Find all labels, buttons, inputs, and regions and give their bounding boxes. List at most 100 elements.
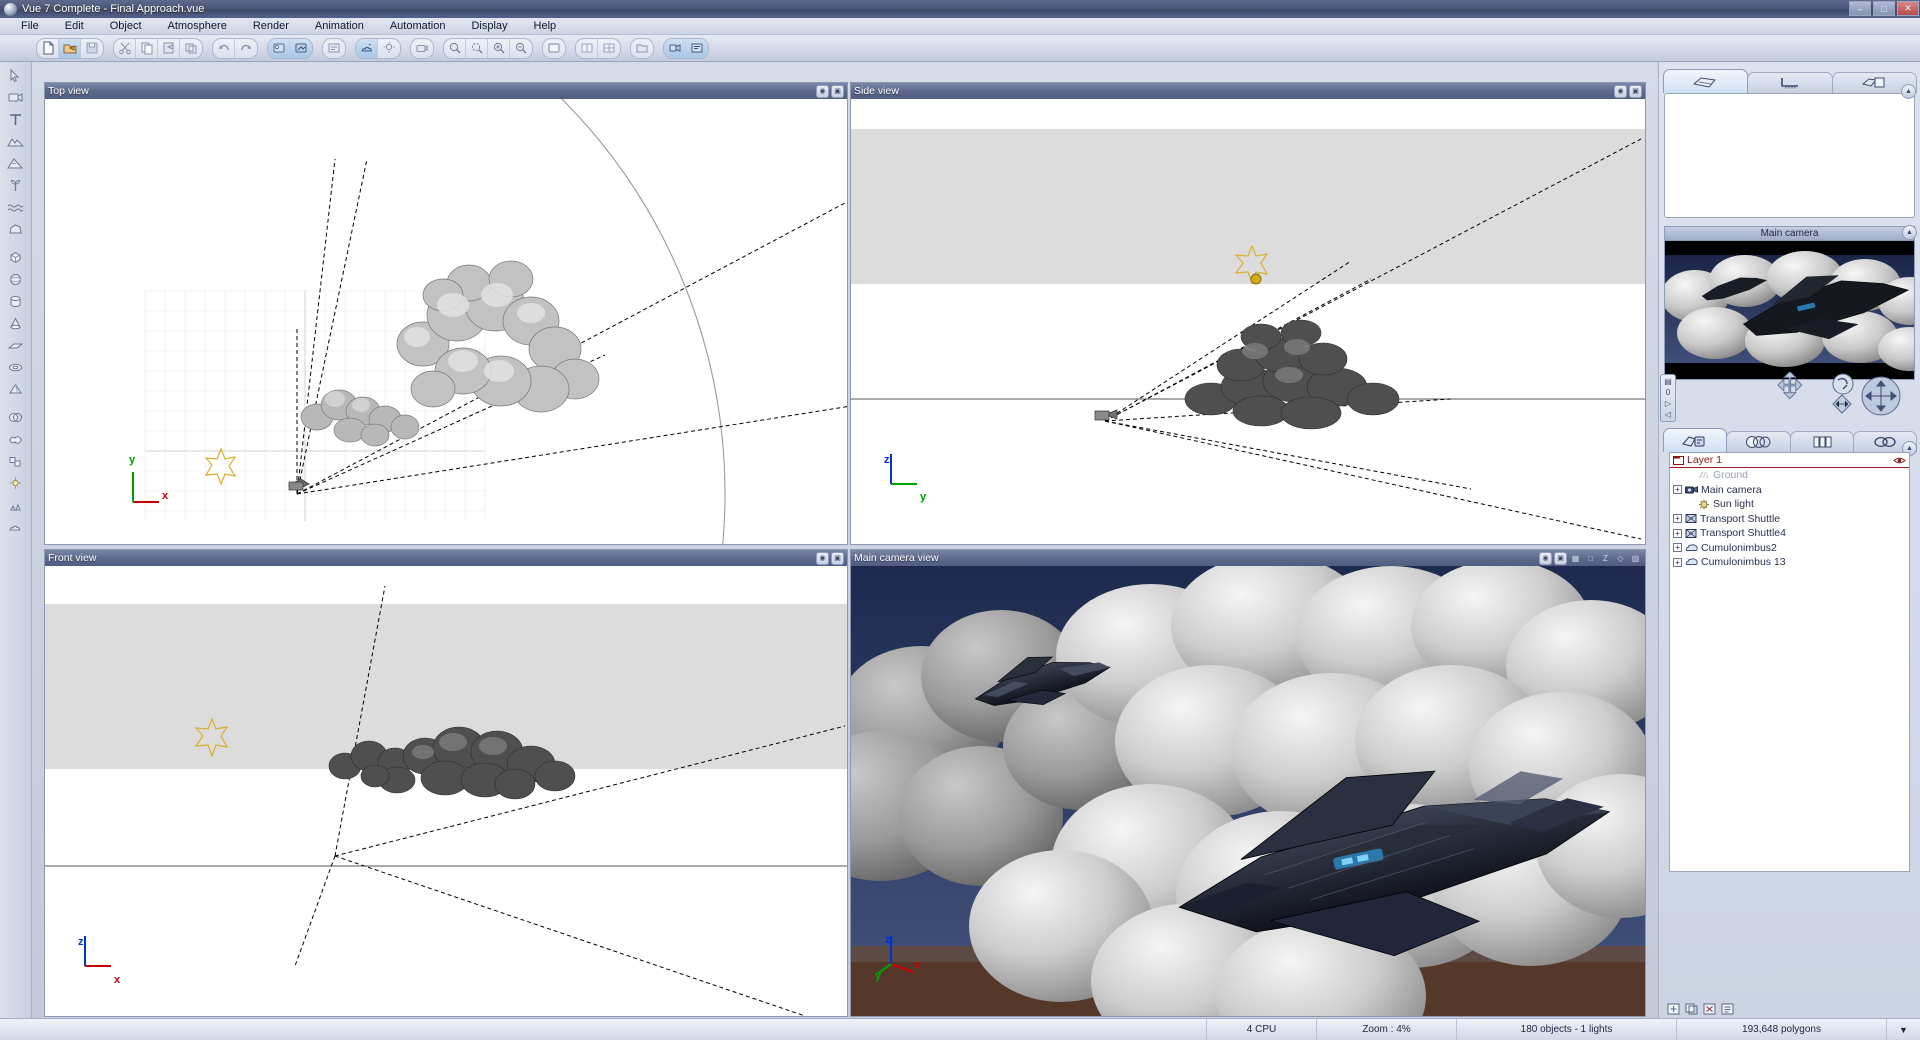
cube-primitive-icon[interactable] bbox=[4, 247, 28, 268]
cone-primitive-icon[interactable] bbox=[4, 313, 28, 334]
menu-item-animation[interactable]: Animation bbox=[302, 19, 377, 33]
select-arrow-icon[interactable] bbox=[4, 65, 28, 86]
torus-primitive-icon[interactable] bbox=[4, 357, 28, 378]
tree-expander[interactable]: + bbox=[1673, 485, 1682, 495]
tree-expander[interactable]: + bbox=[1673, 514, 1682, 524]
tree-row-cumulonimbus2[interactable]: + Cumulonimbus2 bbox=[1670, 541, 1909, 556]
menu-item-display[interactable]: Display bbox=[458, 19, 520, 33]
metablob-icon[interactable] bbox=[4, 429, 28, 450]
play-icon[interactable]: ▷ bbox=[1665, 399, 1671, 408]
tab-object-properties[interactable] bbox=[1663, 69, 1749, 93]
redo-arrow-icon[interactable] bbox=[235, 39, 257, 58]
close-button[interactable]: ✕ bbox=[1897, 1, 1919, 16]
tree-expander[interactable]: + bbox=[1673, 543, 1682, 553]
vp-camera-icon[interactable]: ▣ bbox=[831, 551, 844, 565]
zoom-selection-icon[interactable] bbox=[466, 38, 488, 58]
atmosphere-editor-icon[interactable] bbox=[356, 38, 378, 58]
vp-solid-icon[interactable]: ▨ bbox=[1629, 552, 1642, 565]
plant-icon[interactable] bbox=[4, 175, 28, 196]
open-folder-icon[interactable] bbox=[59, 38, 81, 58]
vp-box-icon[interactable]: □ bbox=[1584, 552, 1597, 565]
tab-materials[interactable] bbox=[1726, 431, 1791, 452]
light-icon[interactable] bbox=[4, 473, 28, 494]
zoom-in-icon[interactable] bbox=[488, 38, 510, 58]
text-object-icon[interactable] bbox=[4, 109, 28, 130]
mountain-icon[interactable] bbox=[4, 153, 28, 174]
tree-row-transport-shuttle[interactable]: + Transport Shuttle bbox=[1670, 512, 1909, 527]
scissors-cut-icon[interactable] bbox=[114, 38, 136, 58]
new-layer-icon[interactable] bbox=[1667, 1003, 1680, 1015]
viewport-top-view[interactable]: Top view ◉ ▣ y x bbox=[44, 82, 848, 545]
world-browser-tree[interactable]: Layer 1 Ground + Main camera Sun light +… bbox=[1669, 452, 1910, 872]
cloud-layer-icon[interactable] bbox=[4, 517, 28, 538]
new-document-icon[interactable] bbox=[37, 38, 59, 58]
plane-primitive-icon[interactable] bbox=[4, 335, 28, 356]
vp-render-icon[interactable]: ◉ bbox=[816, 551, 829, 565]
viewport-main-camera-view[interactable]: Main camera view ◉ ▣ ▦ □ Z ◇ ▨ z x y bbox=[850, 549, 1646, 1017]
menu-item-atmosphere[interactable]: Atmosphere bbox=[155, 19, 240, 33]
eye-icon[interactable] bbox=[1893, 456, 1906, 465]
rotate-camera-icon[interactable] bbox=[1832, 373, 1854, 395]
collapse-camera-button[interactable]: ▲ bbox=[1902, 225, 1917, 240]
boolean-icon[interactable] bbox=[4, 407, 28, 428]
vp-camera-icon[interactable]: ▣ bbox=[1554, 551, 1567, 565]
light-settings-icon[interactable] bbox=[378, 39, 400, 58]
layer-options-icon[interactable] bbox=[1721, 1003, 1734, 1015]
vp-render-icon[interactable]: ◉ bbox=[1539, 551, 1552, 565]
tab-layers[interactable] bbox=[1789, 431, 1854, 452]
world-browser-icon[interactable] bbox=[686, 38, 708, 58]
tree-row-transport-shuttle4[interactable]: + Transport Shuttle4 bbox=[1670, 526, 1909, 541]
vp-camera-icon[interactable]: ▣ bbox=[1629, 84, 1642, 98]
pan-cross-icon[interactable] bbox=[1777, 370, 1803, 400]
tree-row-sun-light[interactable]: Sun light bbox=[1670, 497, 1909, 512]
camera-icon[interactable] bbox=[411, 39, 433, 58]
render-final-icon[interactable] bbox=[290, 38, 312, 58]
save-disk-icon[interactable] bbox=[81, 39, 103, 58]
status-menu-arrow[interactable]: ▼ bbox=[1886, 1019, 1920, 1040]
move-sphere-icon[interactable] bbox=[1861, 376, 1901, 416]
viewport-front-view[interactable]: Front view ◉ ▣ z x bbox=[44, 549, 848, 1017]
menu-item-automation[interactable]: Automation bbox=[377, 19, 459, 33]
vp-wire-icon[interactable]: ◇ bbox=[1614, 552, 1627, 565]
collapse-properties-button[interactable]: ▲ bbox=[1901, 84, 1916, 99]
display-mode-icon[interactable] bbox=[543, 39, 565, 58]
viewport-side-canvas[interactable]: z y bbox=[851, 99, 1645, 544]
tree-row-cumulonimbus-13[interactable]: + Cumulonimbus 13 bbox=[1670, 555, 1909, 570]
maximize-button[interactable]: □ bbox=[1873, 1, 1895, 16]
menu-item-file[interactable]: File bbox=[8, 19, 52, 33]
duplicate-object-icon[interactable] bbox=[180, 39, 202, 58]
render-preview-icon[interactable] bbox=[268, 38, 290, 58]
ecosystem-icon[interactable] bbox=[4, 495, 28, 516]
layout-four-icon[interactable] bbox=[598, 39, 620, 58]
terrain-icon[interactable] bbox=[4, 131, 28, 152]
menu-item-render[interactable]: Render bbox=[240, 19, 302, 33]
save-camera-icon[interactable]: ▤ bbox=[1664, 377, 1672, 386]
tree-row-ground[interactable]: Ground bbox=[1670, 468, 1909, 483]
link-objects-icon[interactable] bbox=[664, 38, 686, 58]
undo-arrow-icon[interactable] bbox=[213, 38, 235, 58]
vp-camera-icon[interactable]: ▣ bbox=[831, 84, 844, 98]
vp-grid-icon[interactable]: ▦ bbox=[1569, 552, 1582, 565]
paste-clipboard-icon[interactable] bbox=[158, 38, 180, 58]
cylinder-primitive-icon[interactable] bbox=[4, 291, 28, 312]
zoom-fit-icon[interactable] bbox=[444, 38, 466, 58]
copy-pages-icon[interactable] bbox=[136, 38, 158, 58]
tree-expander[interactable]: + bbox=[1673, 528, 1682, 538]
viewport-maincam-canvas[interactable]: z x y bbox=[851, 566, 1645, 1016]
vp-render-icon[interactable]: ◉ bbox=[1614, 84, 1627, 98]
delete-layer-icon[interactable] bbox=[1703, 1003, 1716, 1015]
menu-item-object[interactable]: Object bbox=[97, 19, 155, 33]
group-objects-icon[interactable] bbox=[4, 451, 28, 472]
layout-two-icon[interactable] bbox=[576, 38, 598, 58]
water-plane-icon[interactable] bbox=[4, 197, 28, 218]
banking-icon[interactable] bbox=[1832, 394, 1852, 414]
viewport-side-view[interactable]: Side view ◉ ▣ z y bbox=[850, 82, 1646, 545]
vp-depth-icon[interactable]: Z bbox=[1599, 552, 1612, 565]
sphere-primitive-icon[interactable] bbox=[4, 269, 28, 290]
minimize-button[interactable]: – bbox=[1849, 1, 1871, 16]
tree-layer-row[interactable]: Layer 1 bbox=[1670, 453, 1909, 468]
library-browser-icon[interactable] bbox=[631, 39, 653, 58]
viewport-front-canvas[interactable]: z x bbox=[45, 566, 847, 1016]
zoom-out-icon[interactable] bbox=[510, 39, 532, 58]
tab-numerics[interactable] bbox=[1747, 72, 1833, 93]
